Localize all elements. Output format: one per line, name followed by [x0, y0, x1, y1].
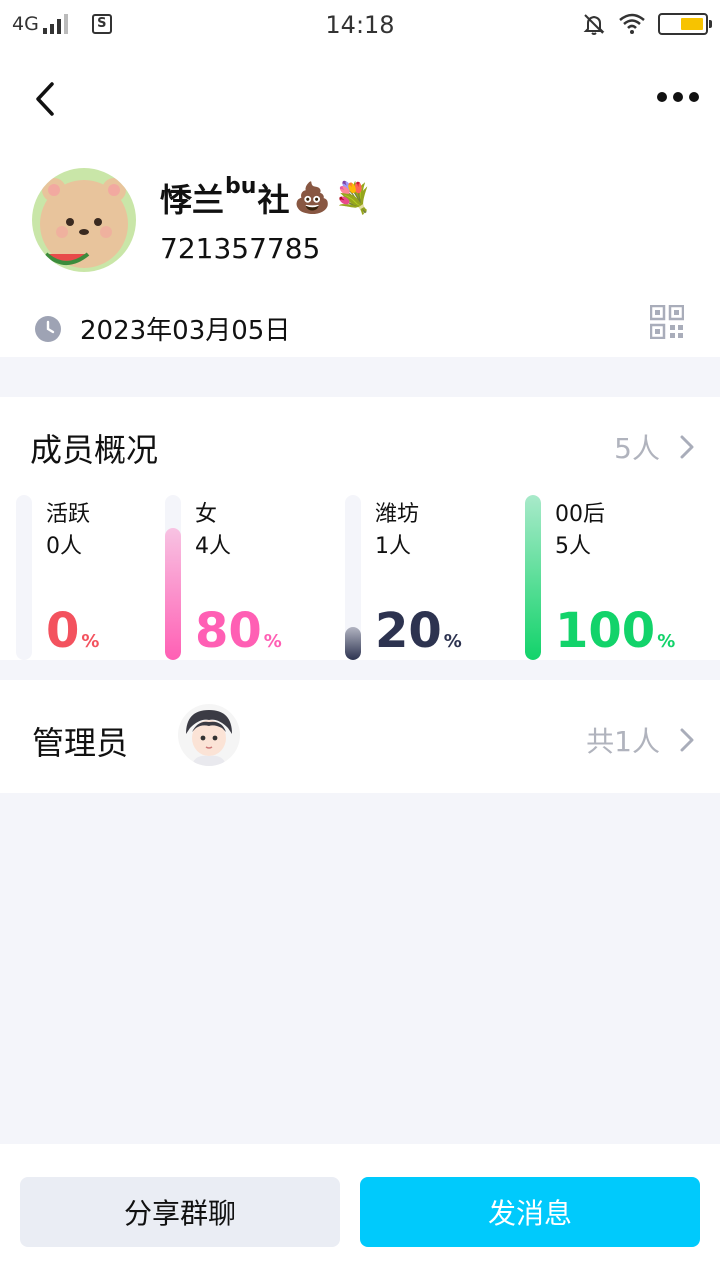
stat-bar-fill	[345, 627, 361, 660]
stat-percent: 100%	[555, 603, 676, 659]
group-id: 721357785	[160, 232, 321, 265]
status-right	[582, 12, 712, 36]
chevron-right-icon	[680, 728, 694, 752]
created-date-row: 2023年03月05日	[34, 310, 290, 347]
send-message-button[interactable]: 发消息	[360, 1177, 700, 1247]
bottom-action-bar: 分享群聊 发消息	[0, 1144, 720, 1280]
stat-label: 女	[195, 502, 218, 527]
group-header-card: 悸兰 bu 社 💩 💐 721357785 2023年03月05日	[0, 52, 720, 357]
bouquet-emoji-icon: 💐	[334, 180, 373, 216]
stat-bar-fill	[165, 528, 181, 660]
admin-count-link[interactable]: 共1人	[586, 720, 694, 760]
share-group-button[interactable]: 分享群聊	[20, 1177, 340, 1247]
back-button[interactable]	[24, 74, 68, 124]
members-count-link[interactable]: 5人	[614, 427, 694, 467]
stat-percent: 80%	[195, 603, 282, 659]
more-dots-icon	[657, 92, 667, 102]
stat-bar-track	[345, 495, 361, 660]
created-date: 2023年03月05日	[80, 316, 291, 346]
stat-percent: 0%	[46, 603, 100, 659]
stat-bar-track	[525, 495, 541, 660]
stat-label: 活跃	[46, 502, 91, 527]
admin-card[interactable]: 管理员 共1人	[0, 680, 720, 793]
stat-label: 00后	[555, 502, 605, 527]
stat-bar-fill	[525, 495, 541, 660]
admin-count: 共1人	[586, 725, 660, 758]
battery-icon	[658, 13, 712, 35]
members-overview-card[interactable]: 成员概况 5人 活跃 0人 0% 女 4人 80% 潍坊 1人 20% 00后 …	[0, 397, 720, 660]
mute-bell-icon	[583, 14, 605, 35]
chevron-left-icon	[36, 82, 54, 116]
poop-emoji-icon: 💩	[293, 180, 331, 216]
stat-count: 0人	[46, 534, 82, 559]
group-name-main: 悸兰	[160, 181, 225, 219]
stat-bar-track	[165, 495, 181, 660]
members-title: 成员概况	[30, 431, 159, 469]
more-button[interactable]	[654, 82, 702, 112]
stat-count: 4人	[195, 534, 231, 559]
status-bar: 4G S 14:18	[0, 0, 720, 52]
group-name: 悸兰 bu 社 💩 💐	[160, 173, 373, 221]
admin-title: 管理员	[32, 724, 129, 762]
stat-percent: 20%	[375, 603, 462, 659]
admin-avatar[interactable]	[178, 704, 240, 766]
qr-code-icon[interactable]	[650, 305, 684, 339]
wifi-icon	[619, 13, 645, 34]
members-count: 5人	[614, 432, 660, 465]
stat-count: 5人	[555, 534, 591, 559]
group-name-superscript: bu	[225, 173, 257, 199]
stat-bar-track	[16, 495, 32, 660]
clock-icon	[35, 315, 61, 342]
group-avatar[interactable]	[32, 168, 136, 272]
stat-count: 1人	[375, 534, 411, 559]
group-name-tail: 社	[257, 181, 290, 219]
chevron-right-icon	[680, 435, 694, 459]
stat-label: 潍坊	[375, 502, 420, 527]
